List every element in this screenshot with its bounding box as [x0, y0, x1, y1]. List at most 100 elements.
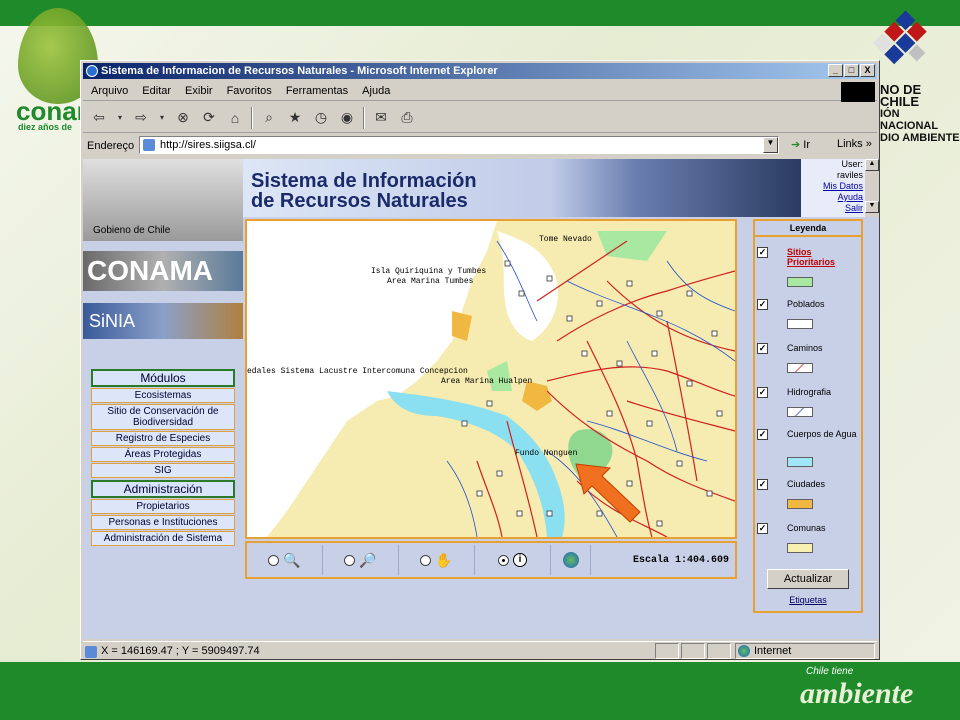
hidrografia-checkbox[interactable]: ✓ [757, 387, 768, 398]
ie-logo-icon [86, 65, 98, 77]
menu-item-registro-especies[interactable]: Registro de Especies [91, 431, 235, 446]
back-icon[interactable]: ⇦ [89, 108, 109, 128]
windows-logo-icon [841, 82, 875, 102]
favorites-icon[interactable]: ★ [285, 108, 305, 128]
conama-banner[interactable]: CONAMA [83, 251, 243, 291]
menu-editar[interactable]: Editar [140, 85, 173, 97]
site-title-banner: Sistema de Información de Recursos Natur… [243, 159, 803, 217]
menu-item-sitio-conservacion[interactable]: Sitio de Conservación de Biodiversidad [91, 404, 235, 430]
sitios-label[interactable]: Sitios Prioritarios [787, 247, 857, 267]
sitios-checkbox[interactable]: ✓ [757, 247, 768, 258]
home-icon[interactable]: ⌂ [225, 108, 245, 128]
forward-icon[interactable]: ⇨ [131, 108, 151, 128]
forward-dropdown-icon[interactable]: ▾ [157, 108, 167, 128]
maximize-button[interactable]: □ [844, 64, 859, 77]
close-button[interactable]: X [860, 64, 875, 77]
modulos-heading: Módulos [91, 369, 235, 387]
internet-globe-icon [738, 644, 750, 657]
links-button[interactable]: Links » [837, 138, 872, 150]
scroll-down-icon[interactable]: ▼ [865, 201, 879, 213]
map-label-tome: Tome Nevado [539, 235, 592, 244]
map-view[interactable]: Tome Nevado Isla Quiriquina y Tumbes Are… [245, 219, 737, 539]
address-input[interactable]: http://sires.siigsa.cl/ ▼ [139, 136, 779, 154]
gov-line-2: IÓN NACIONAL [880, 108, 939, 132]
back-dropdown-icon[interactable]: ▾ [115, 108, 125, 128]
pan-tool[interactable]: ✋ [399, 545, 475, 575]
stop-icon[interactable]: ⊗ [173, 108, 193, 128]
user-name: raviles [836, 170, 863, 180]
scroll-track[interactable] [865, 171, 879, 201]
salir-link[interactable]: Salir [801, 203, 863, 214]
user-panel: User: raviles Mis Datos Ayuda Salir [801, 159, 865, 217]
search-icon[interactable]: ⌕ [259, 108, 279, 128]
legend-panel: Leyenda ✓ Sitios Prioritarios ✓ Poblados… [753, 219, 863, 613]
caminos-swatch [787, 363, 813, 373]
menu-item-sig[interactable]: SIG [91, 463, 235, 478]
legend-item-hidrografia: ✓ Hidrografia [757, 387, 861, 417]
ayuda-link[interactable]: Ayuda [801, 192, 863, 203]
cuerpos-agua-checkbox[interactable]: ✓ [757, 429, 768, 440]
pan-radio[interactable] [420, 554, 432, 566]
menu-item-ecosistemas[interactable]: Ecosistemas [91, 388, 235, 403]
city-talcahuano [452, 311, 472, 341]
header-scrollbar[interactable]: ▲ ▼ [865, 159, 879, 217]
info-icon: i [513, 553, 527, 567]
go-button[interactable]: ➔ Ir [791, 138, 810, 151]
print-icon[interactable]: ⎙ [397, 108, 417, 128]
page-icon [143, 139, 155, 151]
menu-item-admin-sistema[interactable]: Administración de Sistema [91, 531, 235, 546]
zoom-in-radio[interactable] [268, 554, 280, 566]
mail-icon[interactable]: ✉ [371, 108, 391, 128]
gobierno-header-image: Gobieno de Chile [83, 159, 243, 241]
sinia-banner[interactable]: SiNIA [83, 303, 243, 339]
zoom-out-radio[interactable] [344, 554, 356, 566]
legend-item-comunas: ✓ Comunas [757, 523, 861, 553]
menu-item-areas-protegidas[interactable]: Áreas Protegidas [91, 447, 235, 462]
zone-label: Internet [754, 644, 792, 657]
actualizar-button[interactable]: Actualizar [767, 569, 849, 589]
menu-arquivo[interactable]: Arquivo [89, 85, 130, 97]
map-tools-bar: 🔍 🔎 ✋ i Escala 1:404.609 [245, 541, 737, 579]
history-icon[interactable]: ◷ [311, 108, 331, 128]
media-icon[interactable]: ◉ [337, 108, 357, 128]
menu-favoritos[interactable]: Favoritos [225, 85, 274, 97]
comunas-checkbox[interactable]: ✓ [757, 523, 768, 534]
zoom-out-icon: 🔎 [359, 551, 377, 568]
ciudades-label: Ciudades [787, 479, 826, 489]
sitios-swatch [787, 277, 813, 287]
zoom-in-tool[interactable]: 🔍 [247, 545, 323, 575]
menu-item-propietarios[interactable]: Propietarios [91, 499, 235, 514]
go-arrow-icon: ➔ [791, 139, 801, 151]
legend-item-poblados: ✓ Poblados [757, 299, 861, 329]
info-tool[interactable]: i [475, 545, 551, 575]
menu-item-personas[interactable]: Personas e Instituciones [91, 515, 235, 530]
legend-title: Leyenda [755, 221, 861, 237]
menu-ferramentas[interactable]: Ferramentas [284, 85, 350, 97]
legend-item-sitios: ✓ Sitios Prioritarios [757, 247, 861, 289]
window-title: Sistema de Informacion de Recursos Natur… [101, 65, 498, 77]
modules-menu: Módulos Ecosistemas Sitio de Conservació… [91, 369, 235, 546]
gov-line-1: NO DE CHILE [880, 82, 922, 109]
globe-icon [562, 552, 579, 568]
user-label: User: [841, 159, 863, 169]
poblados-checkbox[interactable]: ✓ [757, 299, 768, 310]
minimize-button[interactable]: _ [828, 64, 843, 77]
ciudades-checkbox[interactable]: ✓ [757, 479, 768, 490]
menu-ajuda[interactable]: Ajuda [360, 85, 392, 97]
zoom-out-tool[interactable]: 🔎 [323, 545, 399, 575]
menu-exibir[interactable]: Exibir [183, 85, 215, 97]
refresh-icon[interactable]: ⟳ [199, 108, 219, 128]
scroll-up-icon[interactable]: ▲ [865, 159, 879, 171]
hidrografia-label: Hidrografia [787, 387, 832, 397]
full-extent-tool[interactable] [551, 545, 591, 575]
mis-datos-link[interactable]: Mis Datos [801, 181, 863, 192]
etiquetas-link[interactable]: Etiquetas [755, 595, 861, 605]
status-coordinates: X = 146169.47 ; Y = 5909497.74 [101, 644, 260, 657]
info-radio[interactable] [498, 554, 509, 566]
gov-line-3: DIO AMBIENTE [880, 132, 960, 144]
status-main: X = 146169.47 ; Y = 5909497.74 [83, 644, 653, 658]
caminos-checkbox[interactable]: ✓ [757, 343, 768, 354]
ambiente-text: ambiente [800, 677, 914, 710]
address-dropdown-icon[interactable]: ▼ [763, 137, 778, 153]
go-label: Ir [803, 139, 811, 151]
